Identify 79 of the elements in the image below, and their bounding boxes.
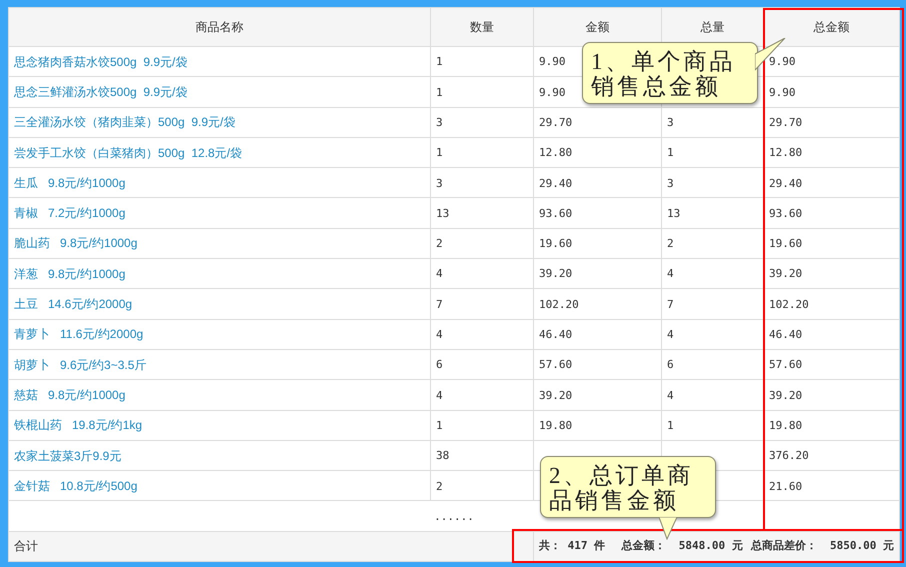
product-link[interactable]: 慈菇 9.8元/约1000g [14,388,126,402]
callout-text: 2、总订单商品销售金额 [549,463,694,513]
table-cell: 7 [667,298,674,311]
table-cell: 13 [436,206,450,220]
table-cell: 1 [436,418,443,432]
table-cell: 1 [667,146,674,160]
column-header: 总金额 [764,8,900,46]
table-cell: 39.20 [539,388,572,402]
product-link[interactable]: 土豆 14.6元/约2000g [14,297,132,312]
table-cell: 102.20 [769,298,809,311]
product-link[interactable]: 脆山药 9.8元/约1000g [14,236,138,250]
product-link[interactable]: 思念猪肉香菇水饺500g 9.9元/袋 [14,54,188,69]
table-cell: 2 [436,480,443,493]
table-cell: 39.20 [769,388,802,402]
table-cell: 19.80 [539,418,572,432]
table-cell: 29.40 [539,176,572,190]
product-link[interactable]: 思念三鲜灌汤水饺500g 9.9元/袋 [14,84,188,99]
table-cell: 19.80 [769,418,802,432]
column-header: 数量 [430,8,534,46]
table-cell: 1 [436,55,443,68]
table-cell: 12.80 [539,146,572,160]
total-amount: 总金额： 5848.00 元 [622,538,743,554]
product-link[interactable]: 生瓜 9.8元/约1000g [14,176,126,190]
table-cell: 38 [436,449,450,462]
ellipsis-text: ...... [434,510,474,523]
table-cell: 39.20 [769,267,802,280]
table-cell: 57.60 [539,358,572,372]
table-cell: 9.90 [769,86,796,99]
callout-text: 1、单个商品销售总金额 [591,49,736,99]
table-cell: 39.20 [539,267,572,280]
product-link[interactable]: 青椒 7.2元/约1000g [14,206,126,220]
table-cell: 13 [667,206,680,220]
table-cell: 376.20 [769,449,809,462]
table-cell: 29.70 [769,116,802,129]
table-cell: 46.40 [769,328,802,342]
column-header: 总量 [662,8,764,46]
product-link[interactable]: 农家土菠菜3斤9.9元 [14,448,122,462]
product-link[interactable]: 胡萝卜 9.6元/约3~3.5斤 [14,358,146,372]
table-cell: 1 [667,418,674,432]
table-cell: 3 [436,176,443,190]
table-cell: 2 [436,237,443,250]
table-cell: 9.90 [539,86,566,99]
product-link[interactable]: 金针菇 10.8元/约500g [14,478,138,493]
total-label: 合计 [14,539,38,554]
table-cell: 7 [436,298,443,311]
table-cell: 12.80 [769,146,802,160]
table-cell: 4 [667,388,674,402]
table-cell: 21.60 [769,480,802,493]
table-cell: 3 [436,116,443,129]
table-cell: 9.90 [769,55,796,68]
table-cell: 93.60 [539,206,572,220]
table-cell: 6 [436,358,443,372]
table-cell: 29.70 [539,116,572,129]
table-cell: 1 [436,86,443,99]
table-cell: 4 [436,328,443,342]
column-header: 金额 [534,8,662,46]
table-cell: 102.20 [539,298,579,311]
table-cell: 4 [667,328,674,342]
item-count: 共： 417 件 [539,538,606,554]
table-cell: 19.60 [539,237,572,250]
price-difference: 总商品差价： 5850.00 元 [750,538,894,554]
product-link[interactable]: 铁棍山药 19.8元/约1kg [14,418,142,432]
table-cell: 4 [667,267,674,280]
table-cell: 4 [436,267,443,280]
table-cell: 46.40 [539,328,572,342]
table-cell: 93.60 [769,206,802,220]
column-header: 商品名称 [8,8,430,46]
table-cell: 9.90 [539,55,566,68]
table-cell: 2 [667,237,674,250]
table-cell: 3 [667,176,674,190]
product-link[interactable]: 青萝卜 11.6元/约2000g [14,327,144,342]
table-cell: 29.40 [769,176,802,190]
table-cell: 3 [667,116,674,129]
table-cell: 6 [667,358,674,372]
table-cell: 57.60 [769,358,802,372]
table-cell: 1 [436,146,443,160]
table-cell: 4 [436,388,443,402]
product-link[interactable]: 洋葱 9.8元/约1000g [14,266,126,281]
table-cell: 19.60 [769,237,802,250]
